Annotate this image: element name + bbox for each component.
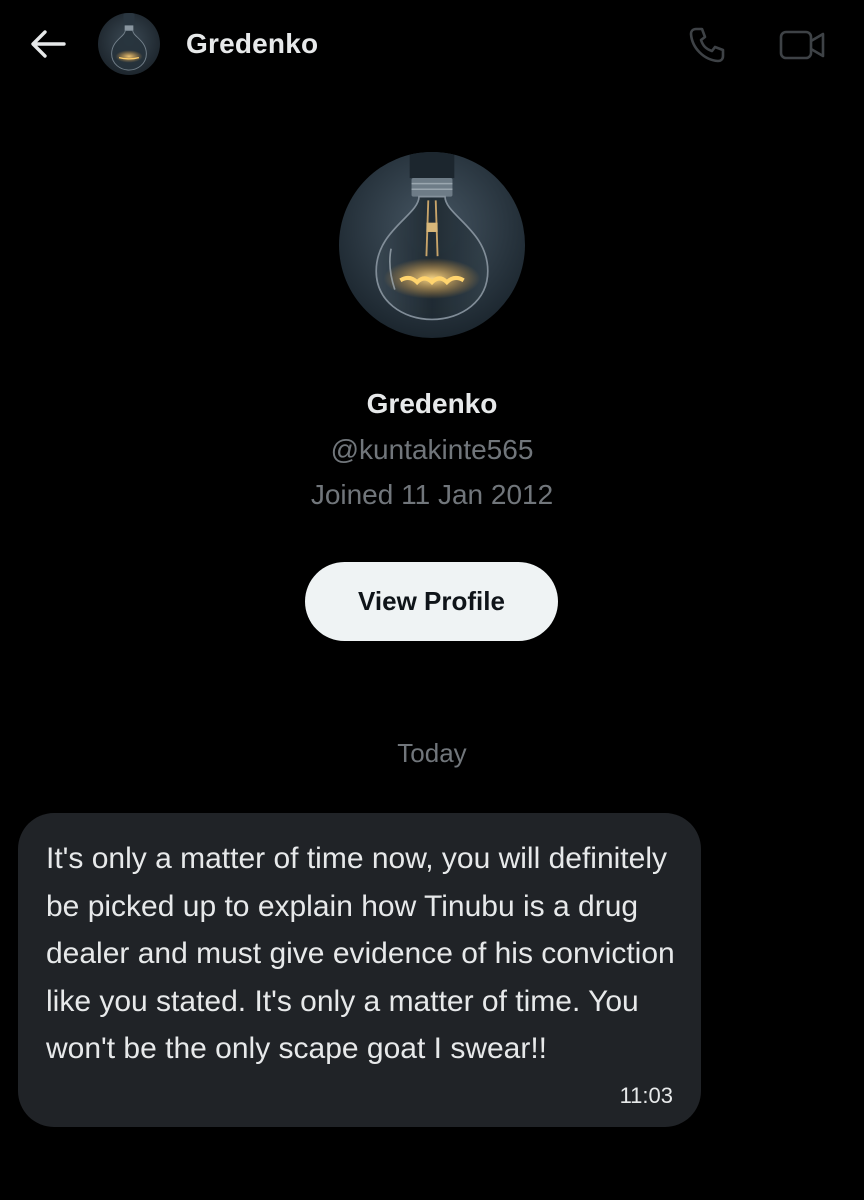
message-text: It's only a matter of time now, you will…	[46, 842, 675, 1065]
video-call-button[interactable]	[776, 22, 828, 68]
day-separator: Today	[397, 738, 467, 768]
video-camera-icon	[779, 30, 825, 60]
message-timestamp: 11:03	[619, 1083, 673, 1108]
conversation-header: Gredenko	[0, 0, 864, 90]
lightbulb-avatar-icon	[98, 13, 160, 75]
phone-icon	[689, 27, 725, 63]
back-button[interactable]	[26, 24, 70, 64]
header-contact-name[interactable]: Gredenko	[186, 28, 318, 60]
arrow-left-icon	[31, 30, 66, 58]
message-bubble[interactable]: It's only a matter of time now, you will…	[18, 813, 701, 1127]
profile-name: Gredenko	[366, 388, 498, 419]
profile-avatar[interactable]	[339, 152, 525, 338]
view-profile-button[interactable]: View Profile	[305, 562, 558, 641]
profile-handle: @kuntakinte565	[330, 434, 534, 465]
call-button[interactable]	[684, 22, 730, 68]
header-avatar[interactable]	[98, 13, 160, 75]
profile-joined-date: Joined 11 Jan 2012	[310, 479, 554, 510]
lightbulb-avatar-icon	[339, 152, 525, 338]
